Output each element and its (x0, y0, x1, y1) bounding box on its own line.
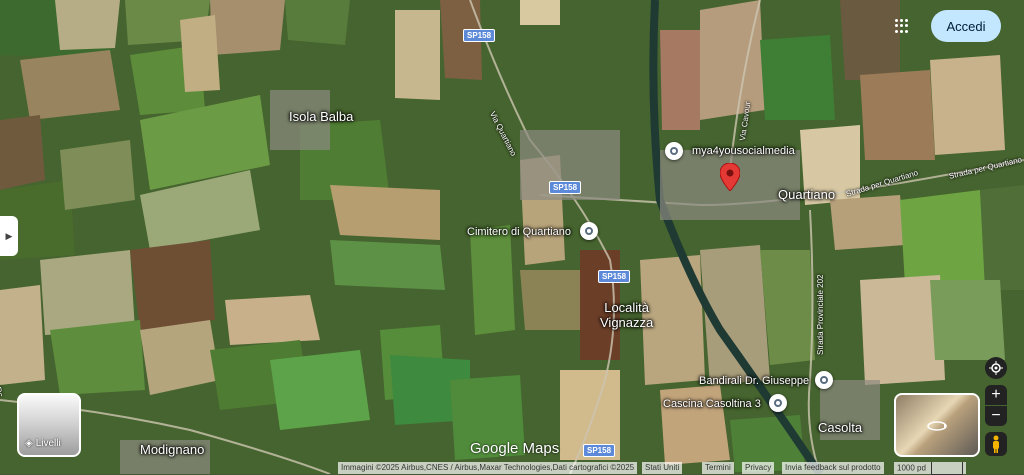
privacy-link[interactable]: Privacy (742, 462, 775, 474)
place-pin-icon[interactable] (665, 142, 683, 160)
footer-bar: Immagini ©2025 Airbus,CNES / Airbus,Maxa… (0, 462, 1024, 475)
scale-bar (931, 462, 964, 475)
selected-location-marker-icon[interactable] (720, 163, 740, 191)
layers-button[interactable]: ◈ Livelli (17, 393, 81, 457)
scale-indicator[interactable]: 1000 pd (894, 462, 967, 475)
attribution-text: Immagini ©2025 Airbus,CNES / Airbus,Maxa… (338, 462, 638, 474)
pin-dot-icon (585, 227, 593, 235)
country-link[interactable]: Stati Uniti (642, 462, 683, 474)
pegman-icon (993, 435, 999, 453)
pin-dot-icon (670, 147, 678, 155)
feedback-link[interactable]: Invia feedback sul prodotto (782, 462, 884, 474)
place-label-cimitero[interactable]: Cimitero di Quartiano (467, 226, 571, 238)
place-label-mya4you[interactable]: mya4yousocialmedia (692, 145, 795, 157)
place-label-bandirali[interactable]: Bandirali Dr. Giuseppe (699, 375, 809, 387)
layers-label: ◈ Livelli (25, 438, 61, 449)
pin-dot-icon (774, 399, 782, 407)
zoom-in-button[interactable]: + (985, 385, 1007, 405)
apps-grid-icon[interactable] (895, 19, 909, 33)
road-label-strada-provinciale: Strada Provinciale 202 (816, 274, 825, 356)
road-badge-sp158: SP158 (463, 29, 496, 42)
place-pin-icon[interactable] (815, 371, 833, 389)
place-label-cascina[interactable]: Cascina Casoltina 3 (663, 398, 761, 410)
place-label-localita[interactable]: Località Vignazza (600, 300, 653, 330)
layers-text: Livelli (35, 438, 61, 449)
place-label-casolta[interactable]: Casolta (818, 420, 862, 435)
road-badge-sp158: SP158 (549, 181, 582, 194)
collapse-panel-button[interactable]: ▶ (0, 216, 18, 256)
place-pin-icon[interactable] (769, 394, 787, 412)
place-pin-icon[interactable] (580, 222, 598, 240)
road-badge-sp158: SP158 (583, 444, 616, 457)
street-view-thumbnail[interactable] (894, 393, 980, 457)
place-label-localita-line1: Località (604, 300, 650, 315)
place-label-quartiano[interactable]: Quartiano (778, 187, 835, 202)
my-location-button[interactable] (985, 357, 1007, 379)
sign-in-button[interactable]: Accedi (931, 10, 1001, 42)
pin-dot-icon (820, 376, 828, 384)
place-label-localita-line2: Vignazza (600, 315, 654, 330)
place-label-isola-balba[interactable]: Isola Balba (289, 109, 353, 124)
google-maps-logo: Google Maps (470, 440, 560, 457)
crosshair-icon (989, 361, 1003, 375)
place-label-modignano[interactable]: Modignano (140, 442, 204, 457)
scale-text: 1000 pd (897, 463, 926, 473)
pegman-button[interactable] (985, 432, 1007, 456)
rotate-360-icon (927, 421, 947, 431)
zoom-out-button[interactable]: − (985, 406, 1007, 426)
road-badge-sp158: SP158 (598, 270, 631, 283)
chevron-right-icon: ▶ (5, 230, 13, 241)
layers-icon: ◈ (25, 438, 33, 449)
terms-link[interactable]: Termini (702, 462, 734, 474)
